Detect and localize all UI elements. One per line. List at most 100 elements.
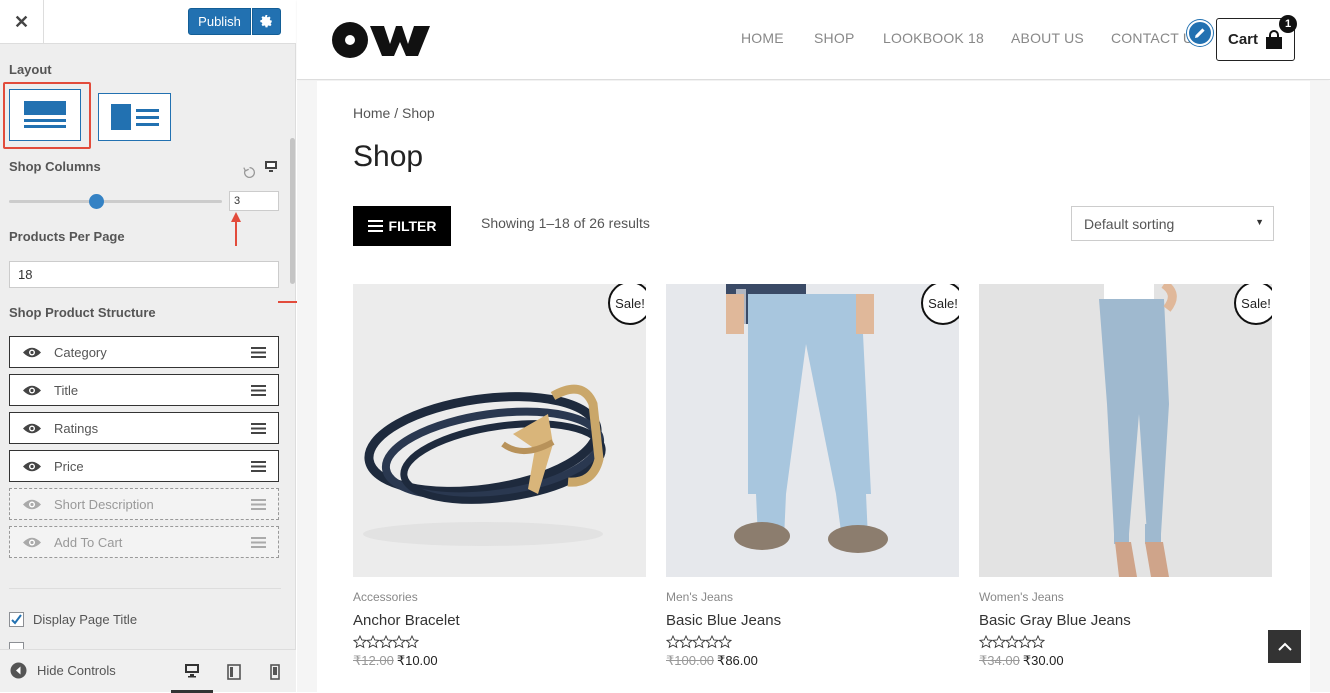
next-option-checkbox[interactable] <box>9 642 24 649</box>
shop-columns-slider-handle[interactable] <box>89 194 105 209</box>
customizer-sidebar: ✕ Publish Layout Shop Columns Products P… <box>0 0 296 693</box>
structure-item[interactable]: Title <box>9 374 279 406</box>
products-per-page-input[interactable] <box>9 261 279 288</box>
product-card[interactable]: Sale! Men's Jeans Basic Blue Jeans ₹100.… <box>665 284 959 669</box>
edit-shortcut-button[interactable] <box>1187 20 1213 46</box>
structure-item-label: Category <box>54 344 107 360</box>
site-logo[interactable] <box>332 22 430 58</box>
product-title[interactable]: Basic Gray Blue Jeans <box>979 612 1272 629</box>
product-category[interactable]: Women's Jeans <box>979 590 1272 604</box>
drag-handle-icon[interactable] <box>238 384 278 396</box>
desktop-small-icon[interactable] <box>264 160 278 173</box>
scroll-to-top-button[interactable] <box>1268 630 1301 663</box>
product-price: ₹34.00 ₹30.00 <box>979 653 1272 669</box>
structure-item[interactable]: Ratings <box>9 412 279 444</box>
drag-handle-icon[interactable] <box>238 536 278 548</box>
visibility-eye-icon[interactable] <box>10 422 54 435</box>
cart-count-badge: 1 <box>1279 15 1297 33</box>
result-count: Showing 1–18 of 26 results <box>481 215 650 231</box>
hide-controls-button[interactable]: Hide Controls <box>10 662 116 679</box>
display-page-title-label: Display Page Title <box>33 612 138 627</box>
shopping-bag-icon <box>1266 29 1283 49</box>
breadcrumb[interactable]: Home / Shop <box>353 105 435 121</box>
customizer-footer: Hide Controls <box>0 649 296 693</box>
product-image[interactable]: Sale! <box>666 284 959 577</box>
product-card[interactable]: Sale! Accessories Anchor Bracelet ₹12.00… <box>352 284 646 669</box>
pencil-icon <box>1195 28 1205 38</box>
shop-columns-slider[interactable] <box>9 200 222 203</box>
stars-icon <box>978 634 1046 649</box>
publish-button[interactable]: Publish <box>188 8 251 35</box>
product-title[interactable]: Anchor Bracelet <box>353 612 646 629</box>
visibility-eye-icon[interactable] <box>10 460 54 473</box>
product-image[interactable]: Sale! <box>353 284 646 577</box>
sale-price: ₹30.00 <box>1022 653 1064 668</box>
publish-settings-button[interactable] <box>252 8 281 35</box>
products-per-page-label: Products Per Page <box>9 229 125 244</box>
section-divider <box>9 588 281 589</box>
structure-item-label: Add To Cart <box>54 534 123 550</box>
structure-item[interactable]: Price <box>9 450 279 482</box>
nav-contact-us[interactable]: CONTACT US <box>1111 30 1191 46</box>
layout-sidebar-icon <box>110 104 159 130</box>
sorting-value: Default sorting <box>1084 215 1175 232</box>
shop-structure-label: Shop Product Structure <box>9 305 156 320</box>
product-card[interactable]: Sale! Women's Jeans Basic Gray Blue Jean… <box>978 284 1272 669</box>
hide-controls-label: Hide Controls <box>37 663 116 678</box>
star-rating <box>352 634 646 651</box>
structure-item[interactable]: Category <box>9 336 279 368</box>
mens-jeans-image <box>666 284 959 577</box>
structure-item[interactable]: Short Description <box>9 488 279 520</box>
visibility-eye-icon[interactable] <box>10 536 54 549</box>
drag-handle-icon[interactable] <box>238 422 278 434</box>
page-title: Shop <box>353 140 424 173</box>
product-category[interactable]: Men's Jeans <box>666 590 959 604</box>
nav-shop[interactable]: SHOP <box>814 30 854 46</box>
filter-button[interactable]: FILTER <box>353 206 451 246</box>
device-desktop-button[interactable] <box>171 650 213 693</box>
sale-price: ₹10.00 <box>396 653 438 668</box>
nav-home[interactable]: HOME <box>741 30 784 46</box>
reset-icon[interactable] <box>243 166 256 179</box>
product-image[interactable]: Sale! <box>979 284 1272 577</box>
filter-label: FILTER <box>388 218 437 234</box>
layout-option-sidebar[interactable] <box>98 93 171 141</box>
menu-icon <box>367 220 383 232</box>
tablet-icon <box>227 663 241 680</box>
visibility-eye-icon[interactable] <box>10 346 54 359</box>
checkmark-icon <box>11 614 22 625</box>
stars-icon <box>665 634 733 649</box>
structure-item-label: Price <box>54 458 84 474</box>
layout-label: Layout <box>9 62 52 77</box>
product-price: ₹100.00 ₹86.00 <box>666 653 959 669</box>
product-title[interactable]: Basic Blue Jeans <box>666 612 959 629</box>
product-category[interactable]: Accessories <box>353 590 646 604</box>
shop-columns-label: Shop Columns <box>9 159 101 174</box>
device-tablet-button[interactable] <box>213 650 255 693</box>
nav-about-us[interactable]: ABOUT US <box>1011 30 1084 46</box>
drag-handle-icon[interactable] <box>238 346 278 358</box>
drag-handle-icon[interactable] <box>238 498 278 510</box>
visibility-eye-icon[interactable] <box>10 384 54 397</box>
customizer-header: ✕ Publish <box>0 0 296 44</box>
gear-icon <box>260 15 272 28</box>
star-rating <box>665 634 959 651</box>
close-icon[interactable]: ✕ <box>0 0 44 44</box>
desktop-icon <box>185 663 199 677</box>
visibility-eye-icon[interactable] <box>10 498 54 511</box>
display-page-title-checkbox[interactable] <box>9 612 24 627</box>
old-price: ₹12.00 <box>353 653 394 668</box>
drag-handle-icon[interactable] <box>238 460 278 472</box>
device-mobile-button[interactable] <box>254 650 296 693</box>
red-arrow-up-icon <box>231 212 241 246</box>
layout-highlight-box <box>3 82 91 149</box>
sorting-select[interactable]: Default sorting ▼ <box>1071 206 1274 241</box>
cart-label: Cart <box>1228 31 1259 48</box>
structure-item[interactable]: Add To Cart <box>9 526 279 558</box>
product-price: ₹12.00 ₹10.00 <box>353 653 646 669</box>
sale-price: ₹86.00 <box>717 653 758 668</box>
stars-icon <box>352 634 420 649</box>
nav-lookbook[interactable]: LOOKBOOK 18 <box>883 30 984 46</box>
sidebar-scrollbar[interactable] <box>290 138 295 284</box>
shop-columns-input[interactable] <box>229 191 279 211</box>
